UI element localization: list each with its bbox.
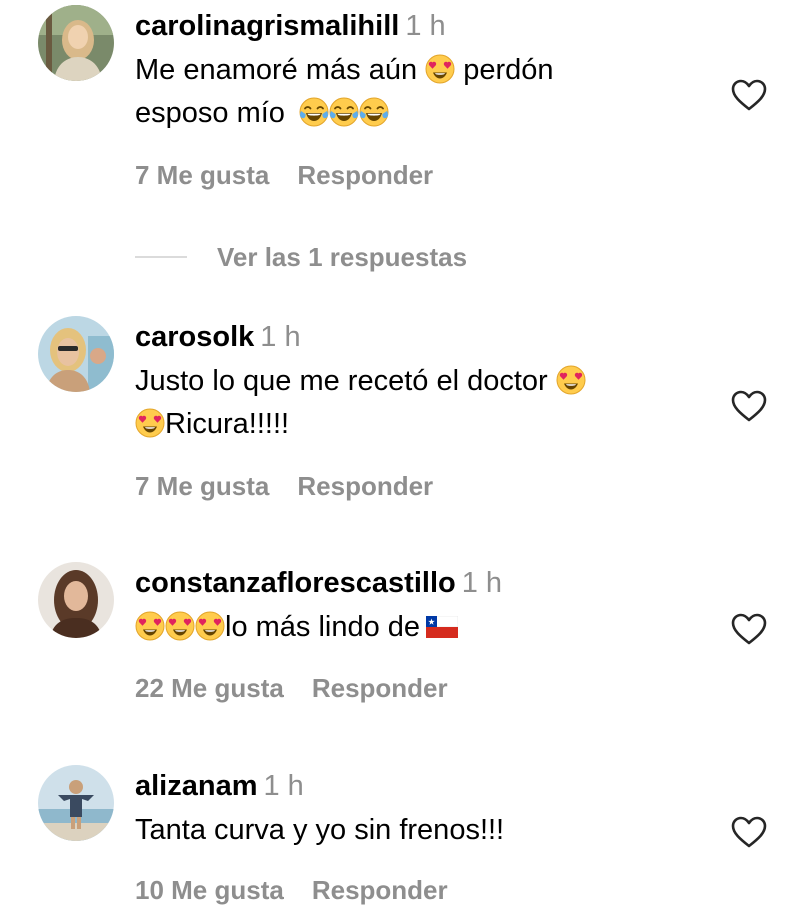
divider-line [135,256,187,258]
reply-button[interactable]: Responder [297,160,433,190]
heart-eyes-emoji-icon [165,611,195,641]
avatar[interactable] [38,316,114,392]
likes-count[interactable]: 22 Me gusta [135,673,284,703]
comment-actions: 7 Me gusta Responder [135,160,433,191]
timestamp: 1 h [260,321,301,353]
tears-of-joy-emoji-icon [299,97,329,127]
comment-header: carolinagrismalihill 1 h [135,7,700,45]
heart-eyes-emoji-icon [556,365,586,395]
heart-outline-icon[interactable] [730,612,768,646]
heart-eyes-emoji-icon [135,611,165,641]
heart-eyes-emoji-icon [425,54,455,84]
username[interactable]: carolinagrismalihill [135,10,399,42]
timestamp: 1 h [263,770,304,802]
heart-outline-icon[interactable] [730,815,768,849]
heart-eyes-emoji-icon [135,408,165,438]
tears-of-joy-emoji-icon [329,97,359,127]
comment-header: alizanam 1 h [135,767,700,805]
username[interactable]: alizanam [135,770,258,802]
comment-header: constanzaflorescastillo 1 h [135,564,700,602]
heart-outline-icon[interactable] [730,78,768,112]
comment-text: lo más lindo de [135,606,700,649]
chile-flag-icon [426,616,459,638]
timestamp: 1 h [461,567,503,599]
comment-text: Tanta curva y yo sin frenos!!! [135,814,505,846]
view-replies-label: Ver las 1 respuestas [217,241,468,272]
heart-eyes-emoji-icon [195,611,225,641]
comment-text: Justo lo que me recetó el doctor Ricura!… [135,360,700,446]
comment-text: Me enamoré más aún perdón esposo mío [135,54,554,129]
comment-actions: 10 Me gusta Responder [135,875,448,906]
comment-actions: 7 Me gusta Responder [135,471,433,502]
avatar[interactable] [38,562,114,638]
username[interactable]: constanzaflorescastillo [135,567,456,599]
avatar[interactable] [38,765,114,841]
heart-outline-icon[interactable] [730,389,768,423]
likes-count[interactable]: 10 Me gusta [135,875,284,905]
avatar[interactable] [38,5,114,81]
tears-of-joy-emoji-icon [359,97,389,127]
comment-actions: 22 Me gusta Responder [135,673,448,704]
likes-count[interactable]: 7 Me gusta [135,471,269,501]
timestamp: 1 h [405,10,446,42]
reply-button[interactable]: Responder [312,875,448,905]
likes-count[interactable]: 7 Me gusta [135,160,269,190]
reply-button[interactable]: Responder [312,673,448,703]
comment-header: carosolk 1 h [135,318,700,356]
view-replies-button[interactable]: Ver las 1 respuestas [135,237,467,277]
reply-button[interactable]: Responder [297,471,433,501]
username[interactable]: carosolk [135,321,254,353]
